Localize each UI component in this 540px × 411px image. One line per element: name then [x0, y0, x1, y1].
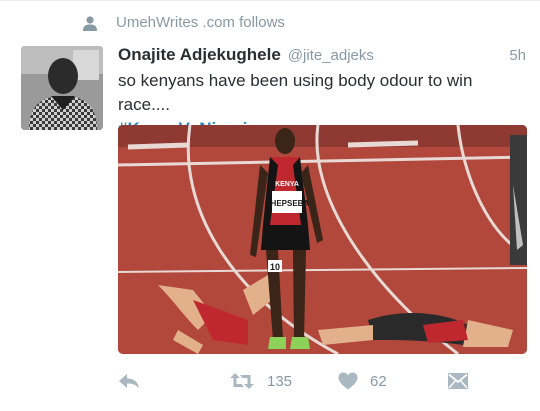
tweet-actions: 135 62 [0, 366, 540, 398]
divider [0, 0, 540, 1]
retweet-count: 135 [267, 372, 293, 390]
retweet-icon [230, 373, 254, 389]
tweet-timestamp[interactable]: 5h [509, 47, 526, 64]
tweet-header: Onajite Adjekughele @jite_adjeks 5h [118, 45, 526, 65]
heart-icon [338, 372, 358, 390]
reply-button[interactable] [118, 372, 140, 390]
retweet-button[interactable]: 135 [229, 372, 292, 390]
direct-message-icon [448, 373, 468, 389]
avatar[interactable] [21, 46, 103, 130]
social-context: UmehWrites .com follows [82, 14, 285, 31]
person-icon [83, 15, 97, 31]
reply-icon [119, 374, 139, 389]
bib-country: KENYA [275, 181, 299, 188]
like-button[interactable]: 62 [338, 372, 387, 390]
author-name[interactable]: Onajite Adjekughele [118, 45, 281, 65]
lane-number: 10 [270, 262, 280, 272]
tweet-photo[interactable]: KENYA CHEPSEBA 10 [118, 125, 527, 354]
like-count: 62 [370, 372, 387, 390]
author-handle[interactable]: @jite_adjeks [288, 47, 374, 64]
bib-name: CHEPSEBA [265, 199, 310, 208]
tweet-body: so kenyans have been using body odour to… [118, 71, 473, 114]
direct-message-button[interactable] [447, 372, 469, 390]
social-context-text[interactable]: UmehWrites .com follows [116, 14, 285, 31]
